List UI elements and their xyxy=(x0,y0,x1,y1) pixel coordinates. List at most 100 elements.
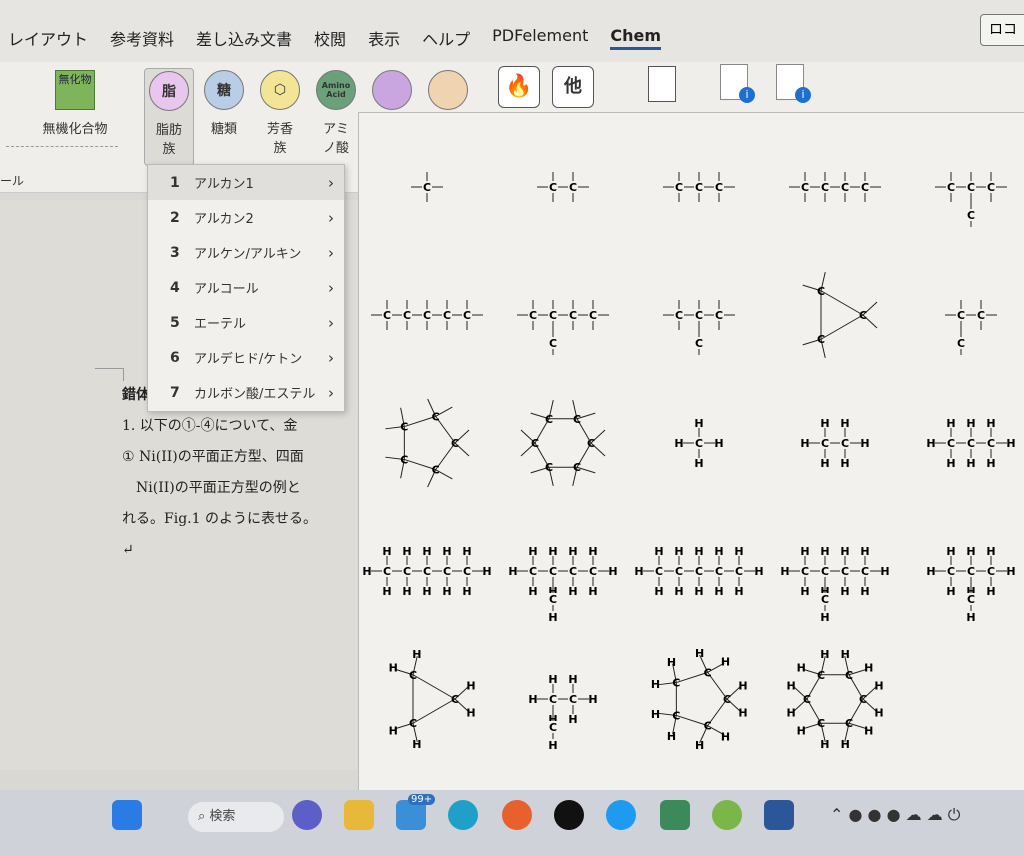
svg-text:H: H xyxy=(389,724,398,737)
svg-text:H: H xyxy=(840,585,849,598)
ribbon-button-2[interactable]: ⬡ 芳香族 xyxy=(256,68,304,156)
svg-text:C: C xyxy=(423,181,431,194)
start-icon[interactable] xyxy=(112,800,142,830)
tab-0[interactable]: レイアウト xyxy=(8,26,88,50)
file-explorer-icon[interactable] xyxy=(344,800,374,830)
structure-item[interactable]: CHHCHHCHHCHHCHHHH xyxy=(359,507,495,635)
svg-text:C: C xyxy=(549,337,557,350)
tiktok-icon[interactable] xyxy=(554,800,584,830)
svg-text:H: H xyxy=(714,585,723,598)
structure-item[interactable]: CHHCHHHH xyxy=(767,379,903,507)
twitter-icon[interactable] xyxy=(606,800,636,830)
document-icon[interactable] xyxy=(648,66,676,102)
structure-item[interactable]: CCC xyxy=(903,251,1024,379)
structure-item[interactable]: CC xyxy=(495,123,631,251)
svg-text:H: H xyxy=(442,545,451,558)
menu-item[interactable]: 4 アルコール › xyxy=(148,270,344,305)
structure-item[interactable]: CHHCHHCHHCHHCHHCHH xyxy=(767,635,903,763)
word-icon[interactable] xyxy=(764,800,794,830)
structure-item[interactable]: C xyxy=(359,123,495,251)
svg-text:H: H xyxy=(880,565,889,578)
structure-item[interactable]: CHHCHHHHCH xyxy=(495,635,631,763)
svg-text:H: H xyxy=(966,417,975,430)
svg-text:C: C xyxy=(715,181,723,194)
structure-item[interactable]: CCCCC xyxy=(495,251,631,379)
svg-text:C: C xyxy=(400,421,408,434)
structure-formula-icon: CHHCHHCHHCHHCHHH H xyxy=(362,545,491,598)
structure-item[interactable]: CHHHH xyxy=(631,379,767,507)
svg-text:H: H xyxy=(860,437,869,450)
category-label: 糖類 xyxy=(210,122,237,137)
fire-icon[interactable]: 🔥 xyxy=(498,66,540,108)
edge-icon[interactable] xyxy=(448,800,478,830)
menu-item[interactable]: 7 カルボン酸/エステル › xyxy=(148,375,344,410)
structure-item[interactable]: CCCCC xyxy=(359,251,495,379)
structure-item[interactable]: CHHCHHCHHCHHCHHHH xyxy=(631,507,767,635)
document-info-icon-2[interactable]: i xyxy=(776,64,811,103)
structure-item[interactable]: CHHCHHCHHCHHHHCH xyxy=(495,507,631,635)
ribbon-button-4[interactable] xyxy=(368,68,416,118)
tab-2[interactable]: 差し込み文書 xyxy=(196,26,292,50)
svg-text:C: C xyxy=(987,437,995,450)
line-icon[interactable] xyxy=(660,800,690,830)
structure-formula-icon: CHHCHHH HCH xyxy=(528,673,597,752)
tab-3[interactable]: 校閲 xyxy=(314,26,346,50)
structure-item[interactable]: CCCC xyxy=(767,123,903,251)
structure-item[interactable]: CHHCHHCHHCHHCHH xyxy=(631,635,767,763)
svg-text:H: H xyxy=(588,585,597,598)
svg-text:C: C xyxy=(695,337,703,350)
tab-1[interactable]: 参考資料 xyxy=(110,26,174,50)
ribbon-button-0[interactable]: 脂脂肪族 xyxy=(144,68,194,166)
svg-text:C: C xyxy=(947,437,955,450)
structure-item[interactable]: CCCC xyxy=(903,123,1024,251)
firefox-icon[interactable] xyxy=(502,800,532,830)
svg-text:H: H xyxy=(864,662,873,675)
structure-item[interactable]: CHHCHHCHHCHHHHCH xyxy=(767,507,903,635)
structure-item[interactable]: CCCC xyxy=(631,251,767,379)
structure-item[interactable]: CHHCHHCHHHH xyxy=(903,379,1024,507)
svg-text:C: C xyxy=(817,717,825,730)
svg-text:H: H xyxy=(946,417,955,430)
structure-formula-icon: CCCC xyxy=(935,172,1007,227)
app-icon[interactable] xyxy=(712,800,742,830)
tab-7[interactable]: Chem xyxy=(610,26,662,50)
structure-item[interactable]: CCCCCC xyxy=(495,379,631,507)
svg-text:C: C xyxy=(817,333,825,346)
structure-formula-icon: CHHCHHCHHCHHCHHH H xyxy=(634,545,763,598)
svg-text:C: C xyxy=(549,721,557,734)
ribbon-button-5[interactable] xyxy=(424,68,472,118)
structure-formula-icon: C C C xyxy=(802,271,878,359)
svg-text:H: H xyxy=(966,457,975,470)
teams-icon[interactable] xyxy=(292,800,322,830)
tab-6[interactable]: PDFelement xyxy=(492,26,588,50)
svg-text:H: H xyxy=(674,585,683,598)
svg-text:C: C xyxy=(409,669,417,682)
inorganic-button[interactable]: 無化物 無機化合物 xyxy=(30,70,120,137)
structure-item[interactable]: CHHCHHCHHHHCH xyxy=(903,507,1024,635)
menu-item[interactable]: 3 アルケン/アルキン › xyxy=(148,235,344,270)
structure-item[interactable]: CCC xyxy=(631,123,767,251)
other-button[interactable]: 他 xyxy=(552,66,594,108)
menu-item[interactable]: 6 アルデヒド/ケトン › xyxy=(148,340,344,375)
ribbon-button-3[interactable]: Amino Acid アミノ酸 xyxy=(312,68,360,156)
svg-text:C: C xyxy=(545,413,553,426)
taskbar-search[interactable]: ⌕ 検索 xyxy=(188,802,284,832)
menu-item[interactable]: 5 エーテル › xyxy=(148,305,344,340)
ribbon-button-1[interactable]: 糖糖類 xyxy=(200,68,248,137)
comment-button[interactable]: ロコ xyxy=(980,14,1024,46)
tab-4[interactable]: 表示 xyxy=(368,26,400,50)
menu-item[interactable]: 2 アルカン2 › xyxy=(148,200,344,235)
mail-icon[interactable]: 99+ xyxy=(396,794,436,830)
svg-text:H: H xyxy=(860,545,869,558)
document-line: 1. 以下の①-④について、金 xyxy=(122,418,298,434)
svg-text:C: C xyxy=(977,309,985,322)
structure-item[interactable]: CCCCC xyxy=(359,379,495,507)
system-tray[interactable]: ⌃ ● ● ● ☁ ☁ ⏻ xyxy=(830,800,990,830)
tab-5[interactable]: ヘルプ xyxy=(422,26,470,50)
svg-text:H: H xyxy=(714,437,723,450)
svg-text:C: C xyxy=(987,565,995,578)
document-info-icon[interactable]: i xyxy=(720,64,755,103)
menu-item[interactable]: 1 アルカン1 › xyxy=(148,165,344,200)
structure-item[interactable]: CHHCHHCHH xyxy=(359,635,495,763)
structure-item[interactable]: CCC xyxy=(767,251,903,379)
